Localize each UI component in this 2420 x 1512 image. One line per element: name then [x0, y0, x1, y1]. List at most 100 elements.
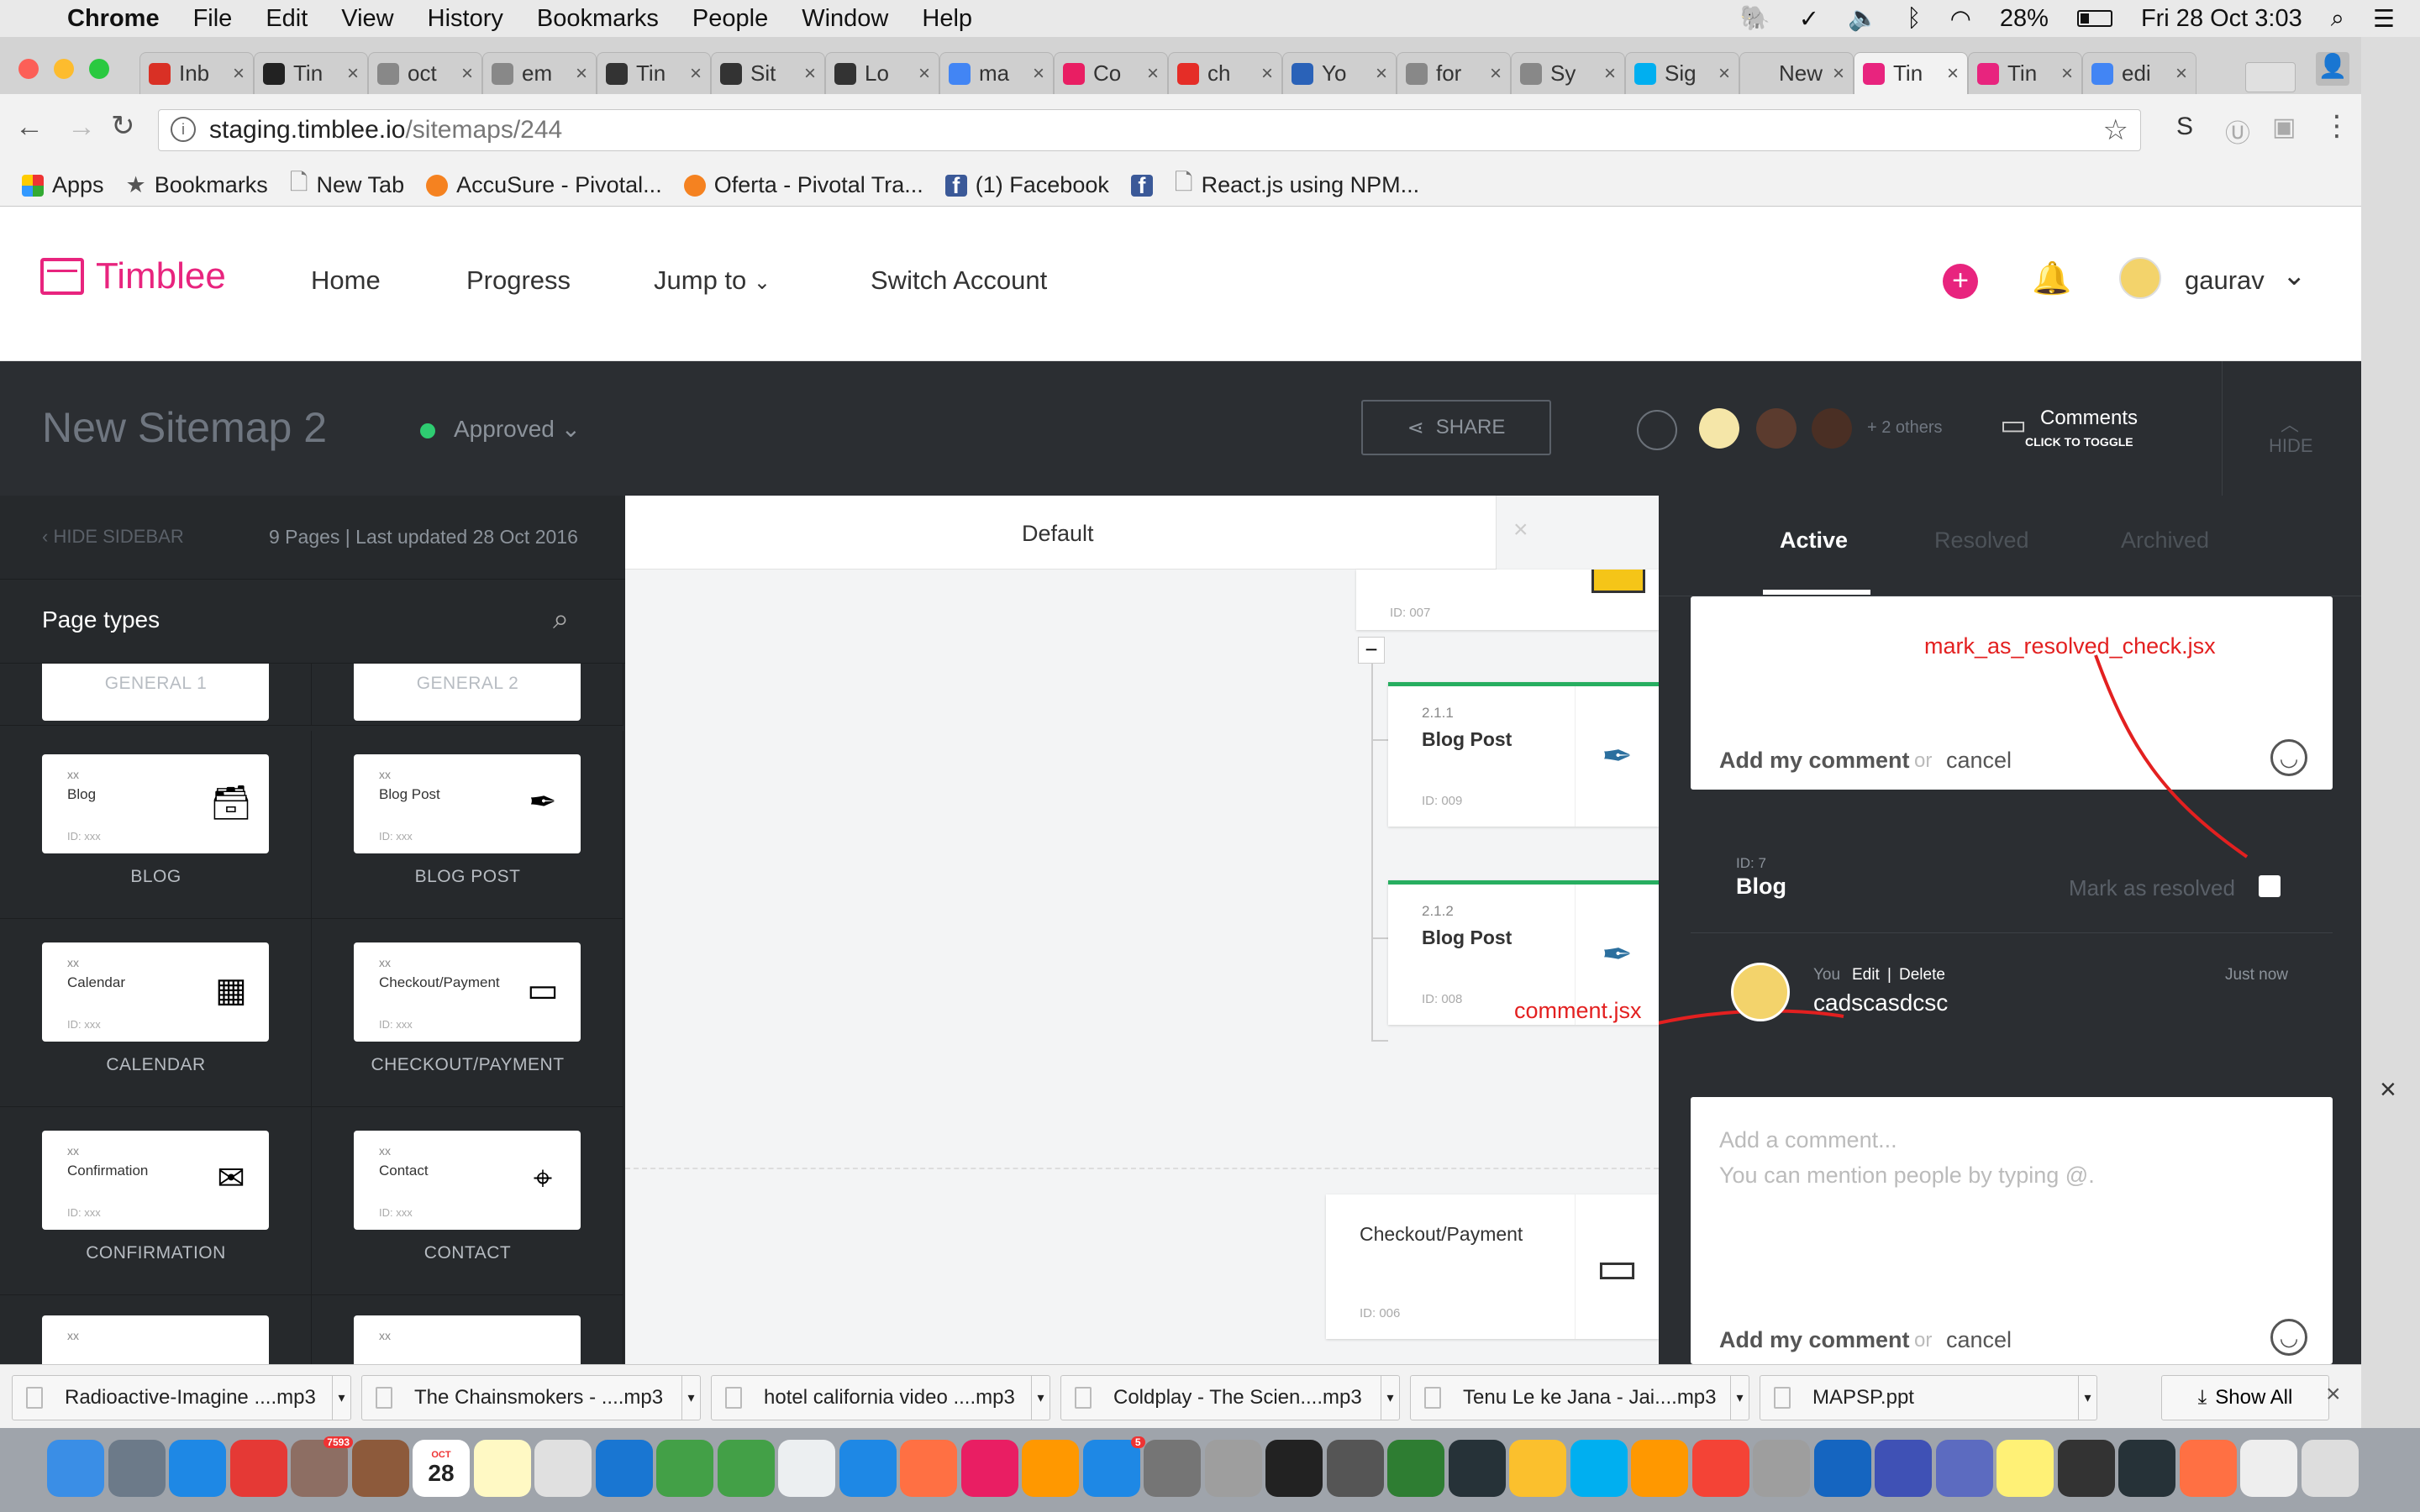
facetime-icon[interactable]: [656, 1440, 713, 1497]
page-type-partial[interactable]: xx: [312, 1292, 623, 1364]
back-icon[interactable]: ←: [15, 111, 44, 144]
avatar[interactable]: [2119, 257, 2161, 299]
bell-icon[interactable]: 🔔: [2032, 260, 2071, 297]
evernote-menu-icon[interactable]: 🐘: [1740, 4, 1770, 33]
comments-toggle-label[interactable]: Comments: [2040, 407, 2138, 430]
close-tab-icon[interactable]: ×: [2175, 62, 2187, 86]
browser-tab[interactable]: edi ×: [2082, 52, 2196, 94]
sitemap-title[interactable]: New Sitemap 2: [42, 403, 327, 452]
menu-help[interactable]: Help: [922, 5, 972, 33]
nav-progress[interactable]: Progress: [466, 265, 571, 296]
mail-icon[interactable]: 7593: [291, 1436, 353, 1497]
collaborator-avatar[interactable]: [1699, 408, 1739, 449]
nav-home[interactable]: Home: [311, 265, 381, 296]
page-type-general-1[interactable]: GENERAL 1: [0, 664, 312, 726]
close-tab-icon[interactable]: ×: [1376, 62, 1387, 86]
system-preferences-icon[interactable]: [1144, 1440, 1201, 1497]
keynote-icon[interactable]: [900, 1440, 957, 1497]
comments-icon[interactable]: ▭: [2000, 408, 2027, 442]
browser-tab[interactable]: ma ×: [939, 52, 1054, 94]
r-icon[interactable]: [1875, 1440, 1932, 1497]
close-tab-icon[interactable]: ×: [690, 62, 702, 86]
browser-tab[interactable]: ch ×: [1168, 52, 1282, 94]
spotlight-icon[interactable]: ⌕: [2331, 5, 2344, 33]
console-icon[interactable]: [2057, 1440, 2115, 1497]
add-comment-button[interactable]: Add my comment: [1719, 1327, 1910, 1353]
bookmark-star-icon[interactable]: ☆: [2103, 113, 2128, 147]
canvas-tab-default[interactable]: Default: [1022, 521, 1094, 547]
menu-bookmarks[interactable]: Bookmarks: [537, 5, 659, 33]
download-item[interactable]: The Chainsmokers - ....mp3 ▾: [361, 1375, 701, 1420]
page-type-checkout-payment[interactable]: xx Checkout/Payment ID: xxx ▭ CHECKOUT/PAYME…: [312, 919, 623, 1107]
chevron-down-icon[interactable]: ▾: [681, 1376, 700, 1420]
chevron-down-icon[interactable]: ▾: [1031, 1376, 1050, 1420]
others-count[interactable]: + 2 others: [1867, 418, 1943, 438]
extension-s-icon[interactable]: S: [2176, 113, 2193, 141]
stickies-icon[interactable]: [1996, 1440, 2054, 1497]
page-type-contact[interactable]: xx Contact ID: xxx ⌖ CONTACT: [312, 1107, 623, 1295]
sitemap-canvas[interactable]: Default × ID: 007 − 2.1.1 Blog Post ID: 00…: [625, 496, 1659, 1364]
chevron-down-icon[interactable]: ▾: [2078, 1376, 2096, 1420]
document-icon[interactable]: [2240, 1440, 2297, 1497]
search-icon[interactable]: ⌕: [553, 603, 569, 636]
photos-icon[interactable]: [717, 1440, 775, 1497]
browser-tab[interactable]: Inb ×: [139, 52, 254, 94]
forward-icon[interactable]: →: [67, 111, 96, 144]
close-window-button[interactable]: [18, 59, 39, 79]
browser-tab[interactable]: em ×: [482, 52, 597, 94]
terminal-icon[interactable]: [1448, 1440, 1506, 1497]
browser-tab[interactable]: Sit ×: [711, 52, 825, 94]
chevron-down-icon[interactable]: ▾: [1730, 1376, 1749, 1420]
menu-file[interactable]: File: [193, 5, 233, 33]
ibooks-icon[interactable]: [1022, 1440, 1079, 1497]
close-tab-icon[interactable]: ×: [1718, 62, 1730, 86]
collaborator-avatar[interactable]: [1756, 408, 1797, 449]
download-item[interactable]: hotel california video ....mp3 ▾: [711, 1375, 1050, 1420]
collaborator-avatar[interactable]: [1812, 408, 1852, 449]
bluetooth-icon[interactable]: ᛒ: [1907, 5, 1921, 33]
download-item[interactable]: Tenu Le ke Jana - Jai....mp3 ▾: [1410, 1375, 1749, 1420]
close-tab-icon[interactable]: ×: [918, 62, 930, 86]
bookmark-facebook[interactable]: f (1) Facebook: [944, 172, 1109, 198]
mark-resolved-checkbox[interactable]: [2259, 875, 2281, 897]
nav-jump-to[interactable]: Jump to ⌄: [654, 265, 771, 296]
page-type-partial[interactable]: xx: [0, 1292, 312, 1364]
finder-icon[interactable]: [47, 1440, 104, 1497]
page-type-blog[interactable]: xx Blog ID: xxx 🗃 BLOG: [0, 731, 312, 919]
close-icon[interactable]: ×: [2380, 1074, 2396, 1106]
launchpad-icon[interactable]: [108, 1440, 166, 1497]
bluetooth-icon[interactable]: [1813, 1440, 1871, 1497]
contacts-icon[interactable]: [351, 1440, 409, 1497]
chrome-menu-icon[interactable]: ⋮: [2323, 109, 2351, 143]
itunes-icon[interactable]: [960, 1440, 1018, 1497]
user-menu-chevron-icon[interactable]: ⌄: [2282, 259, 2307, 292]
clock[interactable]: Fri 28 Oct 3:03: [2141, 5, 2302, 33]
reload-icon[interactable]: ↻: [111, 109, 135, 143]
page-type-blog-post[interactable]: xx Blog Post ID: xxx ✒ BLOG POST: [312, 731, 623, 919]
close-tab-icon[interactable]: ×: [576, 62, 587, 86]
volume-icon[interactable]: 🔈: [1848, 4, 1878, 33]
chevron-down-icon[interactable]: ▾: [332, 1376, 350, 1420]
close-tab-icon[interactable]: ×: [1033, 62, 1044, 86]
close-tab-icon[interactable]: ×: [1147, 62, 1159, 86]
zoom-window-button[interactable]: [89, 59, 109, 79]
page-type-general-2[interactable]: GENERAL 2: [312, 664, 623, 726]
menu-app-name[interactable]: Chrome: [67, 5, 160, 33]
calendar-icon[interactable]: OCT 28: [413, 1440, 470, 1497]
trash-icon[interactable]: [2301, 1440, 2359, 1497]
close-tab-icon[interactable]: ×: [347, 62, 359, 86]
show-all-button[interactable]: ⤓ Show All: [2161, 1375, 2329, 1420]
bookmark-new-tab[interactable]: 🗋 New Tab: [290, 166, 404, 205]
download-item[interactable]: Radioactive-Imagine ....mp3 ▾: [12, 1375, 351, 1420]
firefox-icon[interactable]: [2179, 1440, 2237, 1497]
minimize-window-button[interactable]: [54, 59, 74, 79]
battery-icon[interactable]: [2076, 10, 2112, 27]
numbers-icon[interactable]: [839, 1440, 897, 1497]
add-collaborator-icon[interactable]: [1637, 410, 1677, 450]
bookmark-oferta[interactable]: Oferta - Pivotal Tra...: [683, 172, 923, 198]
browser-tab[interactable]: New T×: [1739, 52, 1854, 94]
download-item[interactable]: Coldplay - The Scien....mp3 ▾: [1060, 1375, 1400, 1420]
close-tab-icon[interactable]: ×: [2061, 62, 2073, 86]
notes-icon[interactable]: [473, 1440, 531, 1497]
preview-icon[interactable]: [534, 1440, 592, 1497]
